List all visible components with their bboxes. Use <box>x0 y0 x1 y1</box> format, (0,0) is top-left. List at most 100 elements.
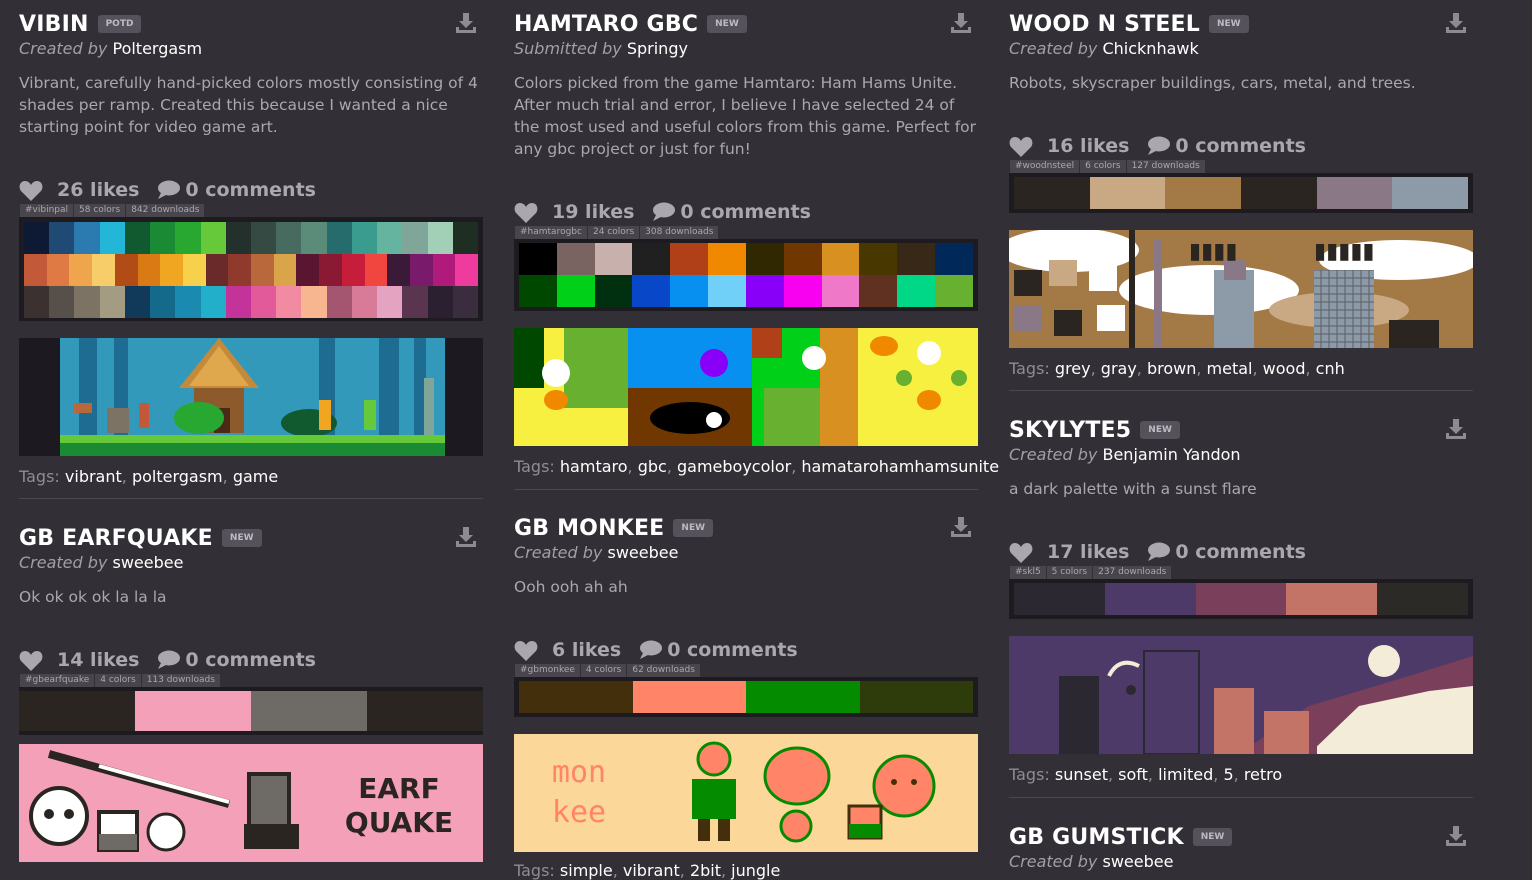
color-swatch[interactable] <box>251 691 367 731</box>
color-swatch[interactable] <box>24 286 50 318</box>
color-swatch[interactable] <box>250 222 277 254</box>
color-swatch[interactable] <box>670 243 709 275</box>
palette-hashtag[interactable]: #woodnsteel <box>1010 160 1080 173</box>
color-swatch[interactable] <box>432 254 456 286</box>
comments-link[interactable]: 0 comments <box>157 649 316 671</box>
color-swatch[interactable] <box>935 243 973 275</box>
palette-title[interactable]: HAMTARO GBC <box>514 12 698 37</box>
color-swatch[interactable] <box>783 243 822 275</box>
download-icon[interactable] <box>1445 418 1467 440</box>
comments-link[interactable]: 0 comments <box>1147 541 1306 563</box>
palette-swatches[interactable] <box>19 217 483 321</box>
color-swatch[interactable] <box>276 222 302 254</box>
palette-title[interactable]: SKYLYTE5 <box>1009 418 1131 443</box>
color-swatch[interactable] <box>364 254 388 286</box>
palette-title[interactable]: VIBIN <box>19 12 89 37</box>
color-swatch[interactable] <box>326 286 352 318</box>
color-swatch[interactable] <box>455 254 479 286</box>
palette-preview-image[interactable] <box>19 338 483 456</box>
color-swatch[interactable] <box>387 254 410 286</box>
color-swatch[interactable] <box>276 286 302 318</box>
color-swatch[interactable] <box>632 243 671 275</box>
like-button[interactable]: 14 likes <box>19 649 139 671</box>
color-swatch[interactable] <box>182 254 206 286</box>
color-swatch[interactable] <box>46 254 70 286</box>
download-icon[interactable] <box>1445 12 1467 34</box>
color-swatch[interactable] <box>135 691 251 731</box>
color-swatch[interactable] <box>301 222 327 254</box>
color-swatch[interactable] <box>367 691 483 731</box>
tag-link[interactable]: soft <box>1118 765 1148 784</box>
color-swatch[interactable] <box>114 254 138 286</box>
color-swatch[interactable] <box>745 243 784 275</box>
tag-link[interactable]: game <box>233 467 278 486</box>
color-swatch[interactable] <box>632 275 671 307</box>
tag-link[interactable]: poltergasm <box>132 467 223 486</box>
tag-link[interactable]: limited <box>1158 765 1213 784</box>
color-swatch[interactable] <box>1316 177 1393 209</box>
color-swatch[interactable] <box>897 275 936 307</box>
color-swatch[interactable] <box>205 254 229 286</box>
color-swatch[interactable] <box>296 254 320 286</box>
palette-preview-image[interactable] <box>514 328 978 446</box>
color-swatch[interactable] <box>427 222 453 254</box>
download-icon[interactable] <box>455 12 477 34</box>
color-swatch[interactable] <box>250 286 277 318</box>
color-swatch[interactable] <box>225 222 251 254</box>
color-swatch[interactable] <box>708 275 746 307</box>
color-swatch[interactable] <box>225 286 251 318</box>
tag-link[interactable]: metal <box>1207 359 1253 378</box>
color-swatch[interactable] <box>452 286 478 318</box>
color-swatch[interactable] <box>228 254 252 286</box>
author-link[interactable]: sweebee <box>112 553 183 572</box>
color-swatch[interactable] <box>1089 177 1166 209</box>
palette-swatches[interactable] <box>1009 579 1473 619</box>
color-swatch[interactable] <box>859 681 973 713</box>
color-swatch[interactable] <box>1286 583 1378 615</box>
color-swatch[interactable] <box>519 243 557 275</box>
color-swatch[interactable] <box>1014 177 1090 209</box>
color-swatch[interactable] <box>160 254 183 286</box>
color-swatch[interactable] <box>1195 583 1287 615</box>
color-swatch[interactable] <box>402 222 428 254</box>
comments-link[interactable]: 0 comments <box>1147 135 1306 157</box>
color-swatch[interactable] <box>24 222 50 254</box>
tag-link[interactable]: sunset <box>1055 765 1108 784</box>
color-swatch[interactable] <box>69 254 93 286</box>
color-swatch[interactable] <box>49 286 75 318</box>
tag-link[interactable]: gray <box>1101 359 1137 378</box>
tag-link[interactable]: vibrant <box>623 861 680 880</box>
like-button[interactable]: 26 likes <box>19 179 139 201</box>
color-swatch[interactable] <box>935 275 973 307</box>
color-swatch[interactable] <box>124 286 151 318</box>
tag-link[interactable]: hamatarohamhamsunite <box>801 457 999 476</box>
color-swatch[interactable] <box>377 286 403 318</box>
palette-hashtag[interactable]: #skl5 <box>1010 566 1046 579</box>
palette-preview-image[interactable] <box>1009 636 1473 754</box>
color-swatch[interactable] <box>19 691 135 731</box>
tag-link[interactable]: brown <box>1147 359 1196 378</box>
palette-swatches[interactable] <box>514 239 978 311</box>
color-swatch[interactable] <box>351 222 378 254</box>
palette-preview-image[interactable]: EARF QUAKE <box>19 744 483 862</box>
color-swatch[interactable] <box>1241 177 1317 209</box>
palette-swatches[interactable] <box>1009 173 1473 213</box>
color-swatch[interactable] <box>594 275 633 307</box>
tag-link[interactable]: cnh <box>1316 359 1345 378</box>
tag-link[interactable]: 5 <box>1223 765 1233 784</box>
like-button[interactable]: 19 likes <box>514 201 634 223</box>
color-swatch[interactable] <box>301 286 327 318</box>
palette-swatches[interactable] <box>514 677 978 717</box>
like-button[interactable]: 16 likes <box>1009 135 1129 157</box>
color-swatch[interactable] <box>859 275 898 307</box>
tag-link[interactable]: vibrant <box>65 467 122 486</box>
palette-hashtag[interactable]: #vibinpal <box>20 204 74 217</box>
color-swatch[interactable] <box>200 286 226 318</box>
download-icon[interactable] <box>950 12 972 34</box>
author-link[interactable]: sweebee <box>1102 852 1173 871</box>
palette-hashtag[interactable]: #gbearfquake <box>20 674 95 687</box>
color-swatch[interactable] <box>377 222 403 254</box>
palette-title[interactable]: GB EARFQUAKE <box>19 526 213 551</box>
color-swatch[interactable] <box>351 286 378 318</box>
color-swatch[interactable] <box>1165 177 1242 209</box>
